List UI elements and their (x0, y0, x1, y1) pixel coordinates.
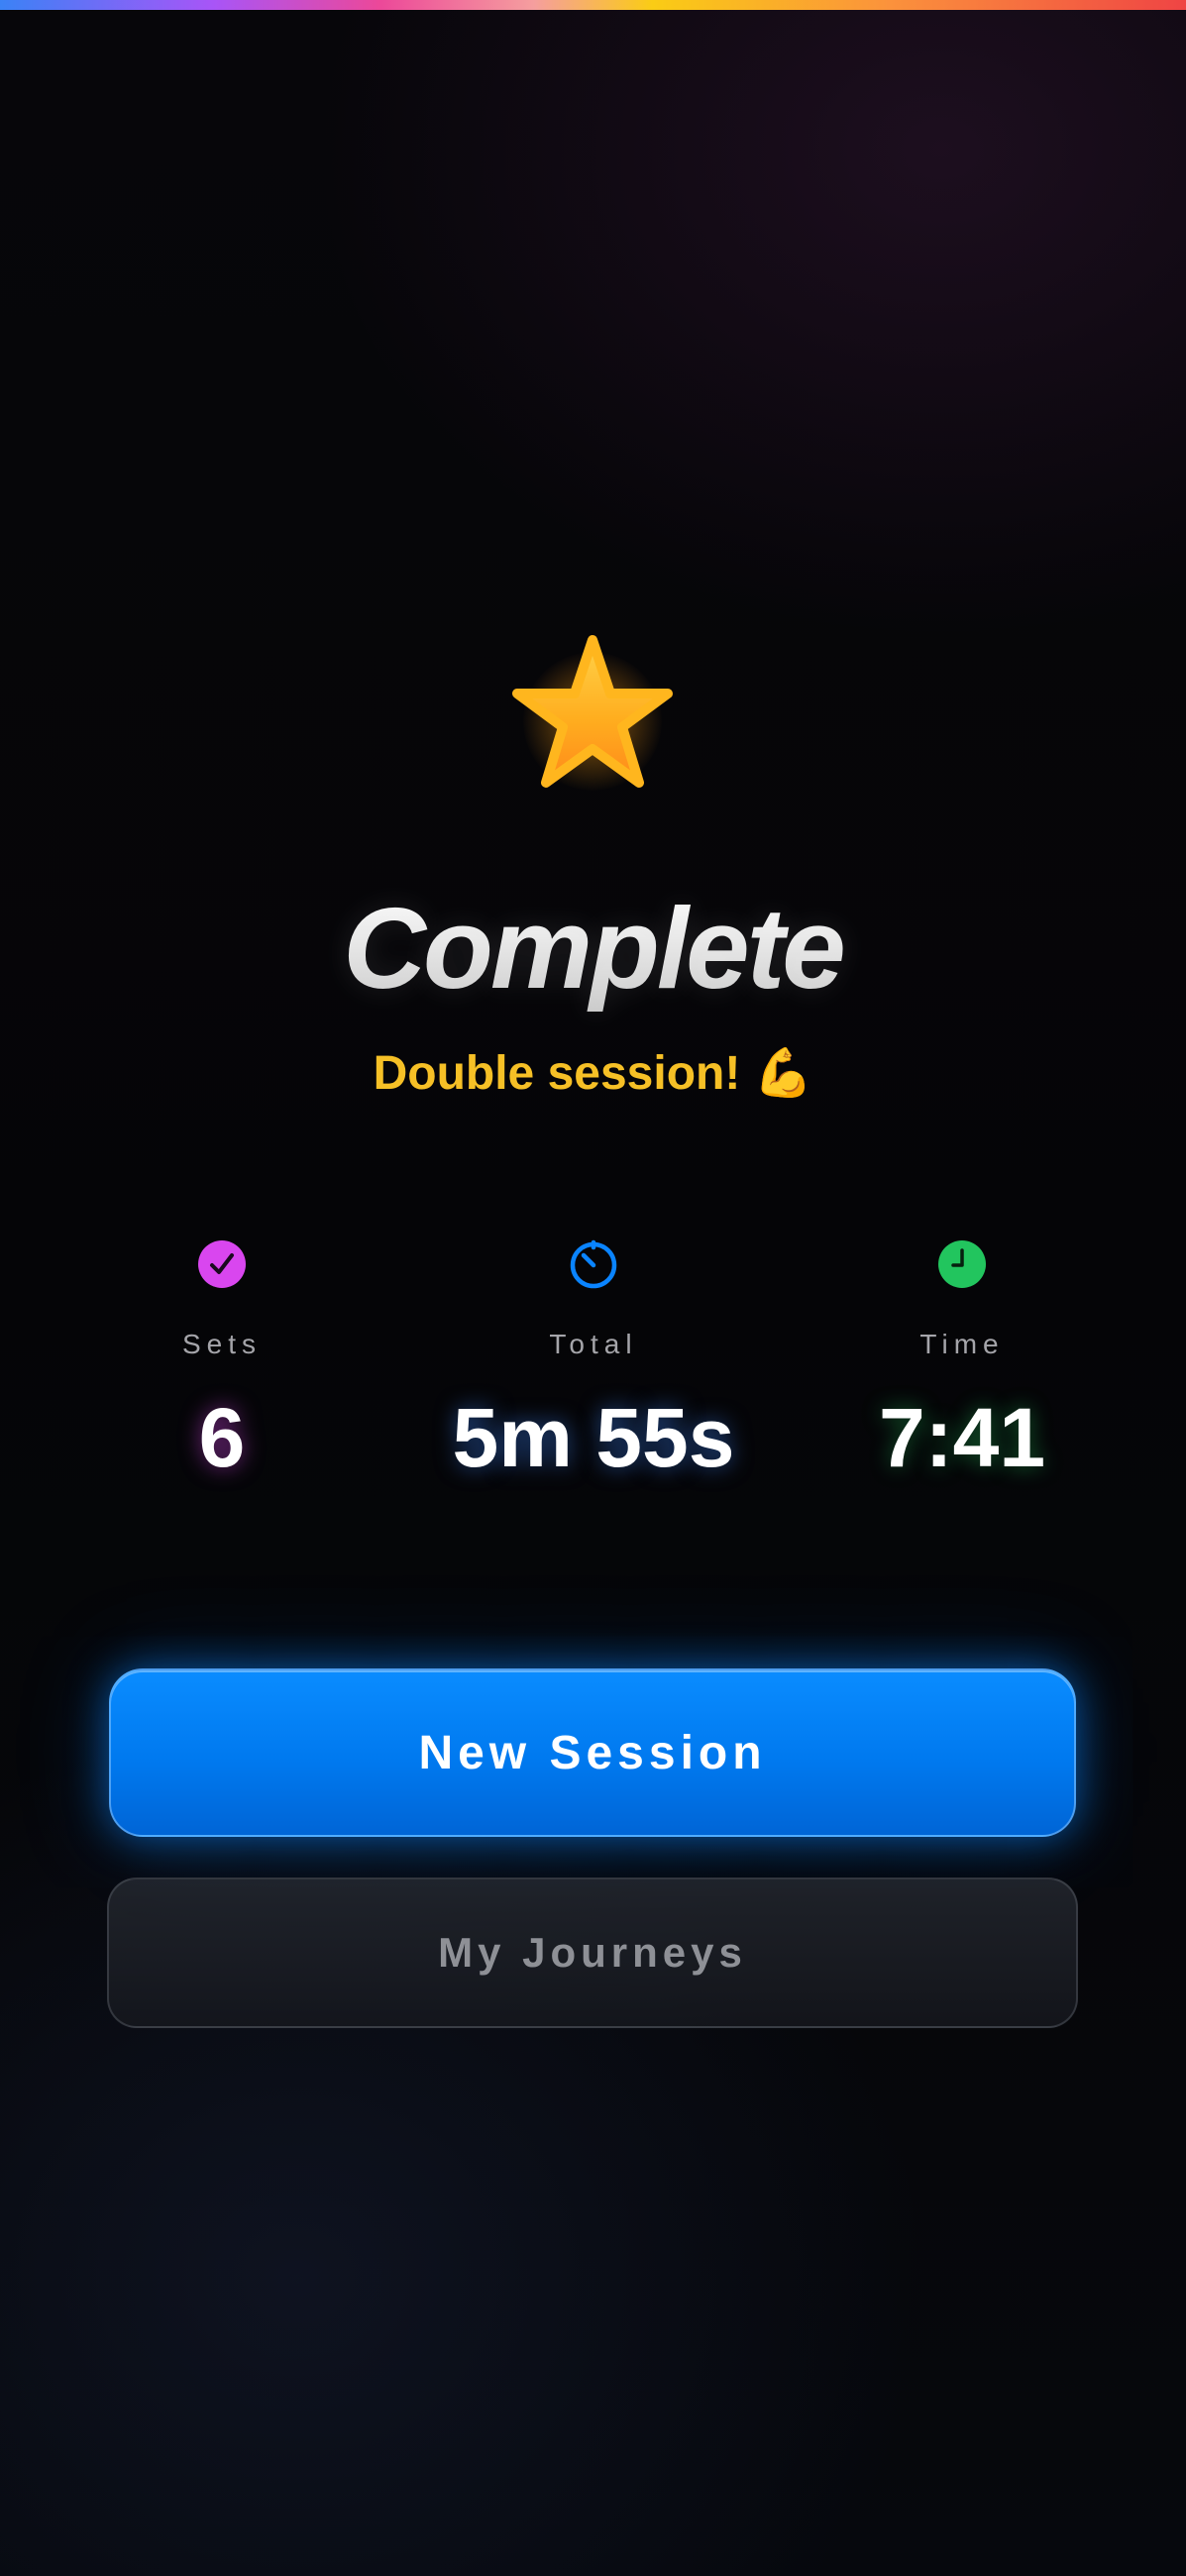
my-journeys-label: My Journeys (438, 1929, 747, 1976)
stat-value: 5m 55s (452, 1391, 735, 1484)
clock-icon (938, 1240, 986, 1288)
stopwatch-icon (570, 1239, 617, 1289)
stat-sets: Sets 6 (44, 1234, 400, 1511)
new-session-label: New Session (418, 1726, 767, 1779)
completion-screen: Complete Double session! 💪 Sets 6 Total … (0, 0, 1186, 2576)
checkmark-circle-icon (198, 1240, 246, 1288)
page-title: Complete (0, 882, 1186, 1015)
star-badge (503, 632, 682, 810)
rainbow-progress-bar (0, 0, 1186, 10)
my-journeys-button[interactable]: My Journeys (107, 1878, 1078, 2028)
stat-label: Total (549, 1329, 638, 1359)
stat-value: 6 (198, 1391, 246, 1484)
new-session-button[interactable]: New Session (109, 1668, 1076, 1837)
star-icon (512, 635, 673, 788)
stat-time: Time 7:41 (784, 1234, 1140, 1511)
stat-total: Total 5m 55s (415, 1234, 772, 1511)
stat-value: 7:41 (878, 1391, 1046, 1484)
stat-label: Time (919, 1329, 1005, 1359)
stat-label: Sets (181, 1329, 263, 1359)
session-subtitle: Double session! 💪 (373, 1047, 813, 1100)
